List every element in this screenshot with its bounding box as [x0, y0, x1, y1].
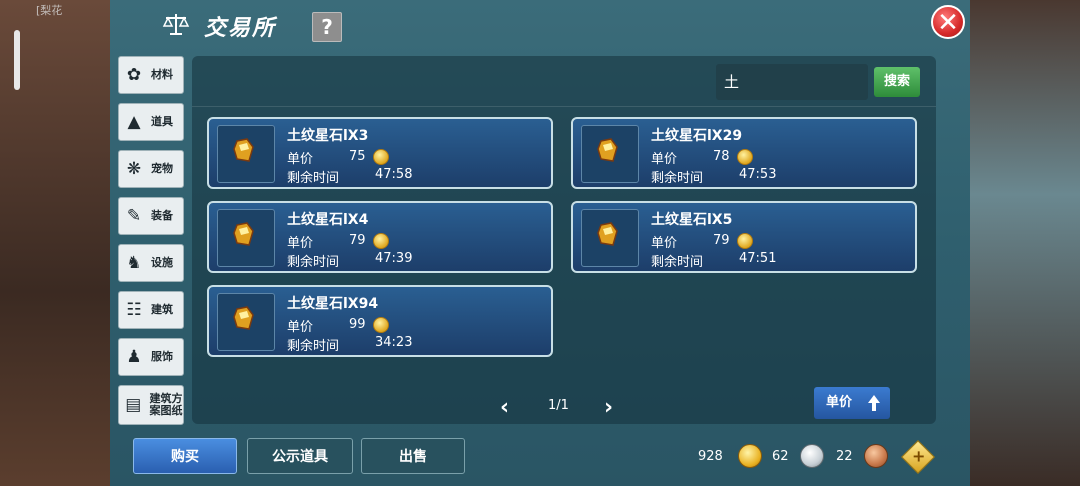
gold-amount: 928 — [698, 449, 723, 464]
price-label: 单价 — [287, 320, 314, 335]
sidebar-item-label: 建筑方案图纸 — [149, 392, 183, 417]
time-label: 剩余时间 — [651, 171, 704, 186]
search-input[interactable]: 土 — [716, 64, 868, 100]
time-value: 47:39 — [375, 251, 413, 266]
gem-icon — [597, 138, 618, 162]
sidebar-item-label: 材料 — [151, 68, 173, 81]
blueprint-icon: ▤ — [125, 395, 142, 415]
next-page-button[interactable]: › — [604, 395, 613, 420]
gem-icon — [233, 306, 254, 330]
tab-sell[interactable]: 出售 — [361, 438, 465, 474]
time-label: 剩余时间 — [287, 339, 340, 354]
listing-card[interactable]: 土纹星石lX94 单价 99 剩余时间 34:23 — [207, 285, 553, 357]
listing-card[interactable]: 土纹星石lX5 单价 79 剩余时间 47:51 — [571, 201, 917, 273]
sidebar-item-label: 宠物 — [151, 162, 173, 175]
time-value: 47:53 — [739, 167, 777, 182]
item-name: 土纹星石lX29 — [651, 128, 743, 144]
price-value: 79 — [713, 233, 730, 248]
price-value: 75 — [349, 149, 366, 164]
background-right — [970, 0, 1080, 486]
sidebar-item-material[interactable]: ✿ 材料 — [118, 56, 184, 94]
scale-icon — [162, 14, 190, 35]
price-value: 79 — [349, 233, 366, 248]
silver-amount: 62 — [772, 449, 789, 464]
listing-card[interactable]: 土纹星石lX3 单价 75 剩余时间 47:58 — [207, 117, 553, 189]
price-value: 78 — [713, 149, 730, 164]
item-name: 土纹星石lX94 — [287, 296, 379, 312]
listing-card[interactable]: 土纹星石lX4 单价 79 剩余时间 47:39 — [207, 201, 553, 273]
gold-coin-icon — [737, 233, 753, 249]
sidebar-item-label: 设施 — [151, 256, 173, 269]
search-button[interactable]: 搜索 — [874, 67, 920, 97]
close-button[interactable]: ✕ — [931, 5, 965, 39]
gold-coin-icon — [738, 444, 762, 468]
sidebar-item-facility[interactable]: ♞ 设施 — [118, 244, 184, 282]
listing-card[interactable]: 土纹星石lX29 单价 78 剩余时间 47:53 — [571, 117, 917, 189]
time-value: 47:51 — [739, 251, 777, 266]
page-title: 交易所 — [204, 15, 277, 41]
sidebar-item-equipment[interactable]: ✎ 装备 — [118, 197, 184, 235]
price-label: 单价 — [651, 236, 678, 251]
time-label: 剩余时间 — [651, 255, 704, 270]
time-value: 34:23 — [375, 335, 413, 350]
page-indicator: 1/1 — [548, 398, 569, 413]
gem-icon — [233, 222, 254, 246]
sort-price-button[interactable]: 单价 — [814, 387, 890, 419]
price-label: 单价 — [287, 152, 314, 167]
sidebar-item-label: 建筑 — [151, 303, 173, 316]
price-label: 单价 — [651, 152, 678, 167]
background-text: [梨花 — [36, 4, 63, 17]
price-value: 99 — [349, 317, 366, 332]
prev-page-button[interactable]: ‹ — [500, 395, 509, 420]
sidebar-item-label: 服饰 — [151, 350, 173, 363]
help-button[interactable]: ? — [312, 12, 342, 42]
sort-label: 单价 — [826, 395, 853, 410]
sidebar-item-label: 装备 — [151, 209, 173, 222]
copper-coin-icon — [864, 444, 888, 468]
item-name: 土纹星石lX3 — [287, 128, 369, 144]
gold-coin-icon — [737, 149, 753, 165]
gem-icon — [233, 138, 254, 162]
plus-icon: + — [912, 446, 926, 466]
divider — [192, 106, 936, 107]
sidebar-item-blueprint[interactable]: ▤ 建筑方案图纸 — [118, 385, 184, 425]
equipment-icon: ✎ — [126, 206, 142, 226]
sidebar-item-building[interactable]: ☷ 建筑 — [118, 291, 184, 329]
facility-icon: ♞ — [126, 253, 142, 273]
sidebar-item-label: 道具 — [151, 115, 173, 128]
sidebar-item-clothing[interactable]: ♟ 服饰 — [118, 338, 184, 376]
gem-icon — [597, 222, 618, 246]
time-value: 47:58 — [375, 167, 413, 182]
sidebar-item-pet[interactable]: ❋ 宠物 — [118, 150, 184, 188]
copper-amount: 22 — [836, 449, 853, 464]
sort-arrow-icon — [868, 395, 880, 411]
item-name: 土纹星石lX5 — [651, 212, 733, 228]
item-name: 土纹星石lX4 — [287, 212, 369, 228]
sidebar-item-item[interactable]: ▲ 道具 — [118, 103, 184, 141]
gold-coin-icon — [373, 233, 389, 249]
scroll-indicator — [14, 30, 20, 90]
time-label: 剩余时间 — [287, 171, 340, 186]
gold-coin-icon — [373, 317, 389, 333]
clothing-icon: ♟ — [126, 347, 142, 367]
building-icon: ☷ — [126, 300, 142, 320]
material-icon: ✿ — [126, 65, 142, 85]
tab-public-items[interactable]: 公示道具 — [247, 438, 353, 474]
item-icon: ▲ — [127, 112, 141, 132]
paw-icon: ❋ — [126, 159, 142, 179]
tab-buy[interactable]: 购买 — [133, 438, 237, 474]
time-label: 剩余时间 — [287, 255, 340, 270]
price-label: 单价 — [287, 236, 314, 251]
silver-coin-icon — [800, 444, 824, 468]
gold-coin-icon — [373, 149, 389, 165]
